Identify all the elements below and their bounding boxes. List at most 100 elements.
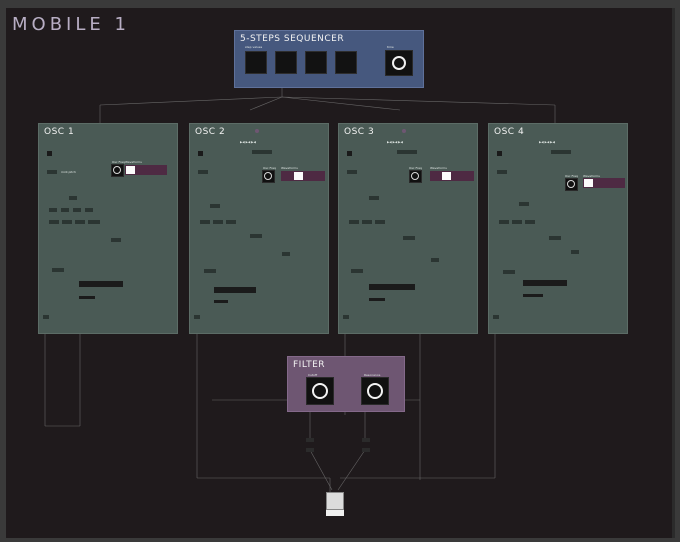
osc4-obj7 (571, 250, 579, 254)
osc1-toggle[interactable] (47, 151, 52, 156)
filter-obj3 (306, 448, 314, 452)
osc3-obj3 (349, 220, 359, 224)
osc1-obj7 (49, 220, 59, 224)
step-1[interactable] (245, 51, 267, 74)
osc2-mod-knob[interactable] (255, 129, 259, 133)
osc2-level-meter (214, 300, 228, 303)
osc2-title: OSC 2 (195, 127, 226, 137)
osc4-obj1 (551, 150, 571, 154)
sequencer-title: 5-STEPS SEQUENCER (240, 34, 345, 44)
osc2-obj1 (252, 150, 272, 154)
osc1-level-meter (79, 296, 95, 299)
osc3-arrows: ▶◀ ▶◀ ▶◀ (387, 140, 403, 144)
osc1-obj3 (49, 208, 57, 212)
osc1-obj8 (62, 220, 72, 224)
cutoff-dial[interactable] (306, 377, 334, 405)
osc1-wave-label: Waveforms (125, 160, 142, 164)
step-4[interactable] (335, 51, 357, 74)
osc2-obj3 (200, 220, 210, 224)
osc2-wave-label: Waveforms (281, 166, 298, 170)
patch-canvas[interactable]: MOBILE 1 5-STEPS SEQUENCER step values t… (0, 0, 680, 542)
osc3-outlet (343, 315, 349, 319)
resonance-knob-icon (367, 383, 383, 399)
osc4-obj8 (503, 270, 515, 274)
osc2-arrows: ▶◀ ▶◀ ▶◀ (240, 140, 256, 144)
osc2-toggle[interactable] (198, 151, 203, 156)
filter-obj1 (306, 438, 314, 442)
osc3-wave-label: Waveforms (430, 166, 447, 170)
osc4-object (497, 170, 507, 174)
osc2-gain-slider[interactable] (214, 287, 256, 293)
osc3-panel: OSC 3 ▶◀ ▶◀ ▶◀ Osc Freq Waveforms (338, 123, 478, 334)
osc1-obj4 (61, 208, 69, 212)
osc4-gain-slider[interactable] (523, 280, 567, 286)
filter-panel: FILTER Cutoff Resonance (287, 356, 405, 412)
osc3-obj4 (362, 220, 372, 224)
osc3-gain-slider[interactable] (369, 284, 415, 290)
osc3-freq-knob-icon (411, 172, 419, 180)
osc2-wave-selector[interactable] (281, 171, 325, 181)
osc2-wave-selected (294, 172, 303, 180)
osc4-arrows: ▶◀ ▶◀ ▶◀ (539, 140, 555, 144)
osc3-obj1 (397, 150, 417, 154)
osc1-freq-dial[interactable] (111, 164, 124, 177)
osc3-obj6 (403, 236, 415, 240)
cutoff-knob-icon (312, 383, 328, 399)
osc3-freq-dial[interactable] (409, 170, 422, 183)
osc4-wave-selected (584, 179, 593, 187)
time-dial[interactable] (385, 50, 413, 76)
step-3[interactable] (305, 51, 327, 74)
osc1-gain-slider[interactable] (79, 281, 123, 287)
filter-obj2 (362, 438, 370, 442)
osc3-title: OSC 3 (344, 127, 375, 137)
osc1-wave-selected (126, 166, 135, 174)
osc1-obj10 (88, 220, 100, 224)
osc1-obj5 (73, 208, 81, 212)
osc3-obj5 (375, 220, 385, 224)
resonance-dial[interactable] (361, 377, 389, 405)
osc4-obj6 (549, 236, 561, 240)
filter-title: FILTER (293, 360, 326, 370)
osc4-level-meter (523, 294, 543, 297)
vertical-scrollbar[interactable] (672, 8, 675, 538)
osc1-obj12 (52, 268, 64, 272)
filter-obj4 (362, 448, 370, 452)
osc4-freq-dial[interactable] (565, 178, 578, 191)
osc3-mod-knob[interactable] (402, 129, 406, 133)
osc4-obj2 (519, 202, 529, 206)
osc1-obj11 (111, 238, 121, 242)
osc2-freq-dial[interactable] (262, 170, 275, 183)
osc1-note: midi pitch (61, 170, 76, 174)
osc2-freq-knob-icon (264, 172, 272, 180)
osc3-toggle[interactable] (347, 151, 352, 156)
osc3-wave-selected (442, 172, 451, 180)
osc3-object (347, 170, 357, 174)
osc2-obj7 (282, 252, 290, 256)
osc2-panel: OSC 2 ▶◀ ▶◀ ▶◀ Osc Freq Waveforms (189, 123, 329, 334)
osc1-panel: OSC 1 midi pitch Osc Freq Waveforms (38, 123, 178, 334)
osc1-outlet (43, 315, 49, 319)
osc4-wave-selector[interactable] (583, 178, 625, 188)
osc1-obj9 (75, 220, 85, 224)
osc4-panel: OSC 4 ▶◀ ▶◀ ▶◀ Osc Freq Waveforms (488, 123, 628, 334)
sequencer-panel: 5-STEPS SEQUENCER step values time (234, 30, 424, 88)
step-2[interactable] (275, 51, 297, 74)
osc4-toggle[interactable] (497, 151, 502, 156)
osc4-obj3 (499, 220, 509, 224)
time-knob-icon (392, 56, 406, 70)
osc4-obj4 (512, 220, 522, 224)
osc2-outlet (194, 315, 200, 319)
steps-label: step values (245, 45, 263, 49)
dac-output-label (326, 510, 344, 516)
osc4-freq-knob-icon (567, 180, 575, 188)
osc1-title: OSC 1 (44, 127, 75, 137)
osc4-outlet (493, 315, 499, 319)
osc3-wave-selector[interactable] (430, 171, 474, 181)
osc1-wave-selector[interactable] (125, 165, 167, 175)
osc1-object (47, 170, 57, 174)
osc4-title: OSC 4 (494, 127, 525, 137)
osc2-obj5 (226, 220, 236, 224)
osc2-obj2 (210, 204, 220, 208)
dac-output[interactable] (326, 492, 344, 510)
osc3-obj2 (369, 196, 379, 200)
